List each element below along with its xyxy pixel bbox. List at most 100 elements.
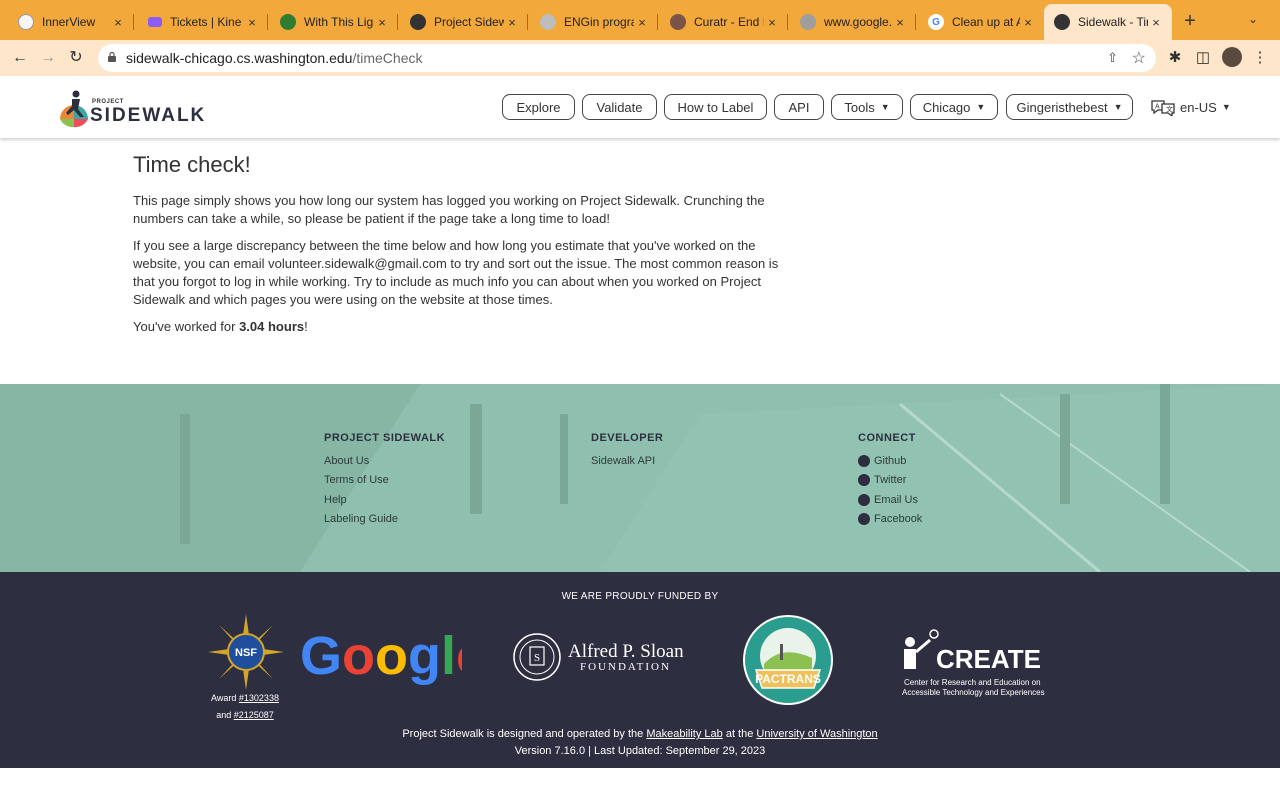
nav-city-dropdown[interactable]: Chicago ▼ xyxy=(910,94,998,120)
browser-tab-bar: InnerView × Tickets | Kine × With This L… xyxy=(0,0,1280,40)
footer-heading: PROJECT SIDEWALK xyxy=(324,432,446,444)
browser-tab[interactable]: Curatr - End I × xyxy=(660,6,788,38)
worked-hours-value: 3.04 hours xyxy=(239,319,305,334)
language-selector[interactable]: A 文 en-US ▼ xyxy=(1150,98,1231,116)
nsf-logo[interactable]: NSF xyxy=(208,614,284,690)
engin-favicon-icon xyxy=(540,14,556,30)
close-tab-icon[interactable]: × xyxy=(1020,15,1036,30)
street-background-image xyxy=(0,384,1280,572)
browser-menu-icon[interactable]: ⋮ xyxy=(1250,48,1270,66)
light-favicon-icon xyxy=(280,14,296,30)
nav-user-dropdown[interactable]: Gingeristhebest ▼ xyxy=(1006,94,1133,120)
new-tab-button[interactable]: + xyxy=(1178,10,1202,34)
github-icon xyxy=(858,454,870,467)
footer-link-help[interactable]: Help xyxy=(324,490,445,510)
svg-text:文: 文 xyxy=(1166,105,1173,114)
close-tab-icon[interactable]: × xyxy=(892,15,908,30)
sloan-foundation-logo[interactable]: S Alfred P. Sloan FOUNDATION xyxy=(512,632,694,684)
forward-button[interactable]: → xyxy=(36,46,60,70)
makeability-lab-link[interactable]: Makeability Lab xyxy=(646,728,722,740)
city-label: Chicago xyxy=(922,99,971,115)
footer-link-api[interactable]: Sidewalk API xyxy=(591,451,663,471)
nav-explore-button[interactable]: Explore xyxy=(502,94,575,120)
profile-avatar[interactable] xyxy=(1222,47,1242,67)
caret-down-icon: ▼ xyxy=(1113,102,1123,112)
footer-link-email[interactable]: Email Us xyxy=(858,490,922,510)
tab-title: Curatr - End I xyxy=(694,15,764,29)
browser-tab-active[interactable]: Sidewalk - Tir × xyxy=(1044,4,1172,40)
close-tab-icon[interactable]: × xyxy=(374,15,390,30)
university-link[interactable]: University of Washington xyxy=(756,728,877,740)
svg-text:NSF: NSF xyxy=(235,647,257,659)
browser-tab[interactable]: G Clean up at A × xyxy=(918,6,1044,38)
close-tab-icon[interactable]: × xyxy=(504,15,520,30)
google-logo[interactable]: Google xyxy=(300,627,462,689)
svg-text:Center for Research and Educat: Center for Research and Education on xyxy=(904,678,1041,687)
facebook-icon xyxy=(858,513,870,526)
nav-validate-button[interactable]: Validate xyxy=(582,94,657,120)
browser-tab[interactable]: Project Sidew × xyxy=(400,6,528,38)
project-sidewalk-logo[interactable]: PROJECT SIDEWALK xyxy=(58,89,204,127)
tab-title: Tickets | Kine xyxy=(170,15,242,29)
award-link-2[interactable]: #2125087 xyxy=(234,710,274,720)
funded-by-heading: WE ARE PROUDLY FUNDED BY xyxy=(561,591,719,602)
page-title: Time check! xyxy=(133,152,251,177)
svg-text:Alfred P. Sloan: Alfred P. Sloan xyxy=(568,641,684,662)
pactrans-logo[interactable]: PACTRANS xyxy=(742,614,834,706)
sidewalk-logo-icon xyxy=(60,90,88,127)
lock-icon xyxy=(108,52,116,62)
nav-api-button[interactable]: API xyxy=(774,94,824,120)
close-tab-icon[interactable]: × xyxy=(110,15,126,30)
worked-time-line: You've worked for 3.04 hours! xyxy=(133,319,308,334)
footer-link-terms[interactable]: Terms of Use xyxy=(324,471,445,491)
footer-link-about[interactable]: About Us xyxy=(324,451,445,471)
browser-tab[interactable]: www.google. × xyxy=(790,6,916,38)
browser-tab[interactable]: ENGin progra × xyxy=(530,6,658,38)
back-button[interactable]: ← xyxy=(8,46,32,70)
award-link-1[interactable]: #1302338 xyxy=(239,693,279,703)
footer-links-section: PROJECT SIDEWALK About Us Terms of Use H… xyxy=(0,384,1280,572)
tab-search-icon[interactable]: ⌄ xyxy=(1248,12,1258,26)
browser-tab[interactable]: Tickets | Kine × xyxy=(138,6,268,38)
footer-column-developer: DEVELOPER Sidewalk API xyxy=(591,432,663,471)
footer-credits: Project Sidewalk is designed and operate… xyxy=(0,726,1280,760)
close-tab-icon[interactable]: × xyxy=(244,15,260,30)
footer-link-twitter[interactable]: Twitter xyxy=(858,471,922,491)
url-text: sidewalk-chicago.cs.washington.edu/timeC… xyxy=(126,50,423,66)
svg-text:PACTRANS: PACTRANS xyxy=(755,672,821,686)
footer-heading: DEVELOPER xyxy=(591,432,664,444)
footer-heading: CONNECT xyxy=(858,432,916,444)
address-bar[interactable]: sidewalk-chicago.cs.washington.edu/timeC… xyxy=(98,44,1156,72)
intro-paragraph: This page simply shows you how long our … xyxy=(133,193,765,226)
svg-text:CREATE: CREATE xyxy=(936,644,1041,674)
version-info: Version 7.16.0 | Last Updated: September… xyxy=(514,745,766,757)
award-numbers: Award #1302338 and #2125087 xyxy=(211,693,279,720)
close-tab-icon[interactable]: × xyxy=(634,15,650,30)
extensions-puzzle-icon[interactable]: ✱ xyxy=(1165,48,1185,66)
footer-link-labeling-guide[interactable]: Labeling Guide xyxy=(324,510,445,530)
reload-button[interactable]: ↻ xyxy=(64,46,88,70)
browser-tab[interactable]: With This Ligi × xyxy=(270,6,398,38)
tab-title: With This Ligi xyxy=(304,15,374,29)
tab-title: www.google. xyxy=(824,15,892,29)
tab-title: InnerView xyxy=(42,15,96,29)
translate-icon: A 文 xyxy=(1151,100,1175,116)
nav-how-to-label-button[interactable]: How to Label xyxy=(664,94,767,120)
share-icon[interactable]: ⇧ xyxy=(1107,50,1118,66)
sidewalk-favicon-icon xyxy=(410,14,426,30)
close-tab-icon[interactable]: × xyxy=(764,15,780,30)
nav-tools-dropdown[interactable]: Tools ▼ xyxy=(831,94,903,120)
browser-tab[interactable]: InnerView × xyxy=(8,6,134,38)
create-logo[interactable]: CREATE Center for Research and Education… xyxy=(900,622,1046,702)
footer-column-connect: CONNECT Github Twitter Email Us Facebook xyxy=(858,432,922,529)
close-tab-icon[interactable]: × xyxy=(1148,15,1164,30)
side-panel-icon[interactable]: ◫ xyxy=(1193,48,1213,66)
caret-down-icon: ▼ xyxy=(880,102,890,112)
footer-link-github[interactable]: Github xyxy=(858,451,922,471)
twitter-icon xyxy=(858,474,870,487)
footer-column-project: PROJECT SIDEWALK About Us Terms of Use H… xyxy=(324,432,445,529)
footer-link-facebook[interactable]: Facebook xyxy=(858,510,922,530)
bookmark-star-icon[interactable]: ☆ xyxy=(1132,48,1146,68)
language-label: en-US xyxy=(1180,99,1217,115)
browser-toolbar: ← → ↻ sidewalk-chicago.cs.washington.edu… xyxy=(0,40,1280,76)
